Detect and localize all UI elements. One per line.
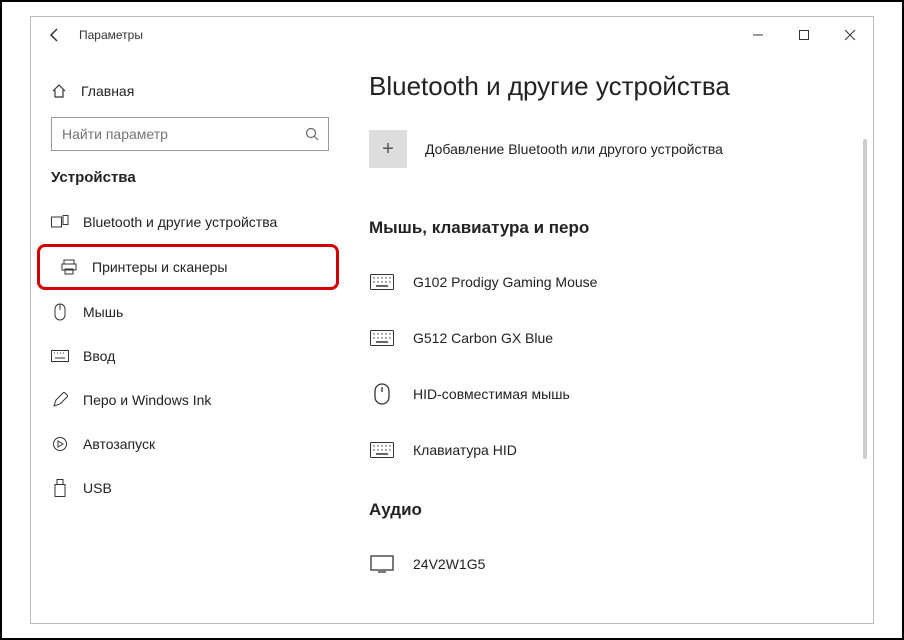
settings-window: Параметры Главная [30,16,874,624]
sidebar-item-usb[interactable]: USB [31,466,349,510]
minimize-button[interactable] [735,17,781,53]
add-device-label: Добавление Bluetooth или другого устройс… [425,141,723,157]
device-label: G102 Prodigy Gaming Mouse [413,274,597,290]
device-item[interactable]: Клавиатура HID [369,422,873,478]
device-item[interactable]: HID-совместимая мышь [369,366,873,422]
titlebar: Параметры [31,17,873,53]
sidebar-item-label: Мышь [83,304,123,320]
home-icon [51,83,67,99]
sidebar-item-label: Bluetooth и другие устройства [83,214,277,230]
sidebar-item-bluetooth[interactable]: Bluetooth и другие устройства [31,200,349,244]
search-icon [305,127,319,141]
window-title: Параметры [79,28,143,42]
highlight-annotation: Принтеры и сканеры [37,244,339,290]
device-label: G512 Carbon GX Blue [413,330,553,346]
sidebar-item-autoplay[interactable]: Автозапуск [31,422,349,466]
usb-icon [51,479,69,497]
sidebar-item-label: Перо и Windows Ink [83,392,211,408]
close-button[interactable] [827,17,873,53]
page-title: Bluetooth и другие устройства [369,71,873,102]
sidebar-item-label: USB [83,480,112,496]
sidebar-section-header: Устройства [31,165,349,200]
printer-icon [60,259,78,275]
plus-icon: + [369,130,407,168]
main-panel: Bluetooth и другие устройства + Добавлен… [349,53,873,623]
keyboard-icon [369,274,395,290]
section-audio: Аудио [369,500,873,520]
monitor-icon [369,555,395,573]
sidebar: Главная Устройства Bluetooth и д [31,53,349,623]
device-label: HID-совместимая мышь [413,386,570,402]
device-item[interactable]: G512 Carbon GX Blue [369,310,873,366]
devices-icon [51,215,69,229]
sidebar-item-label: Автозапуск [83,436,155,452]
device-item[interactable]: 24V2W1G5 [369,536,873,592]
keyboard-icon [369,330,395,346]
sidebar-item-pen[interactable]: Перо и Windows Ink [31,378,349,422]
keyboard-icon [369,442,395,458]
sidebar-item-printers[interactable]: Принтеры и сканеры [40,247,336,287]
device-label: Клавиатура HID [413,442,517,458]
mouse-icon [369,383,395,405]
sidebar-item-mouse[interactable]: Мышь [31,290,349,334]
home-label: Главная [81,83,134,99]
sidebar-item-typing[interactable]: Ввод [31,334,349,378]
maximize-button[interactable] [781,17,827,53]
back-button[interactable] [41,27,69,43]
mouse-icon [51,303,69,321]
add-device-row[interactable]: + Добавление Bluetooth или другого устро… [369,130,873,168]
keyboard-icon [51,350,69,362]
search-box[interactable] [51,117,329,151]
autoplay-icon [51,436,69,452]
device-label: 24V2W1G5 [413,556,485,572]
device-item[interactable]: G102 Prodigy Gaming Mouse [369,254,873,310]
pen-icon [51,392,69,408]
section-mouse-keyboard: Мышь, клавиатура и перо [369,218,873,238]
scrollbar[interactable] [863,139,867,459]
sidebar-item-label: Принтеры и сканеры [92,259,227,275]
sidebar-item-label: Ввод [83,348,115,364]
search-input[interactable] [51,117,329,151]
home-nav[interactable]: Главная [31,73,349,109]
